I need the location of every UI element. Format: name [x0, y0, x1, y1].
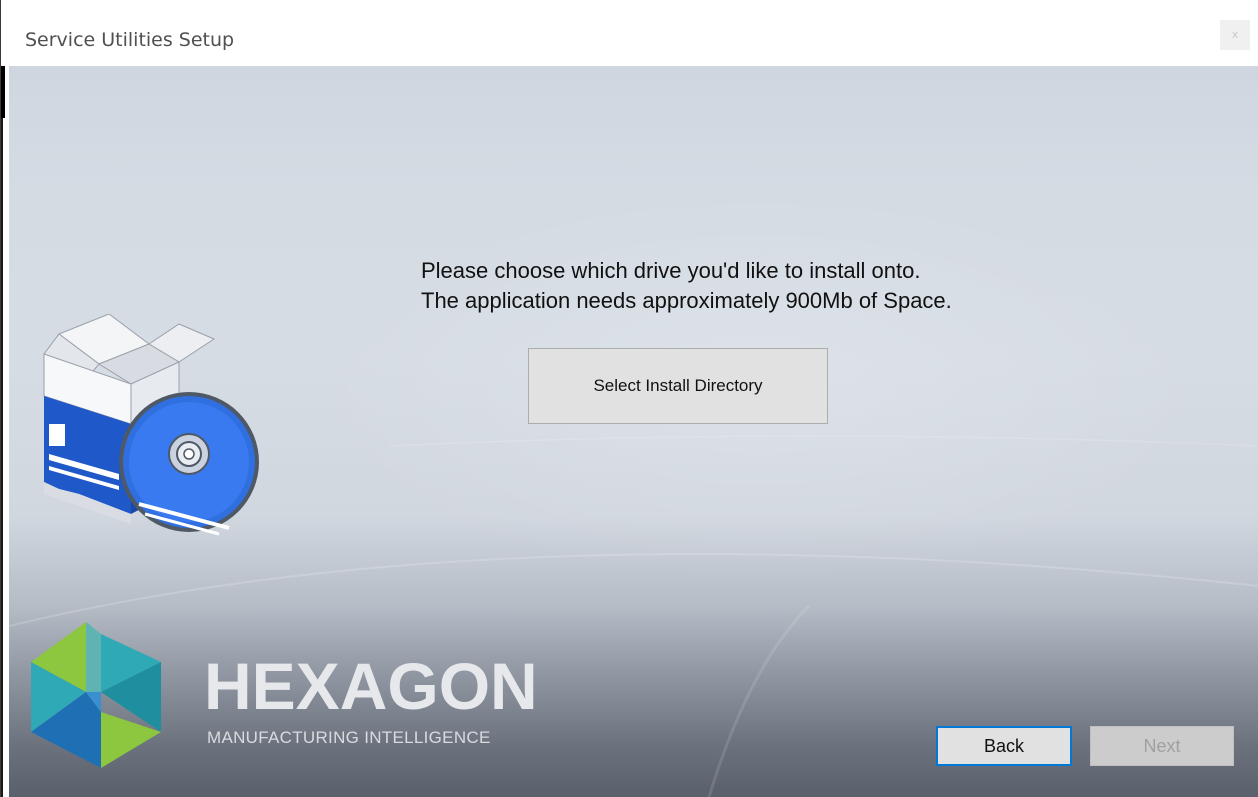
setup-window: Service Utilities Setup x Please choose …: [0, 0, 1258, 797]
title-bar[interactable]: Service Utilities Setup x: [1, 0, 1258, 66]
brand-tagline: MANUFACTURING INTELLIGENCE: [207, 728, 491, 747]
instruction-line-2: The application needs approximately 900M…: [421, 288, 952, 313]
back-button[interactable]: Back: [936, 726, 1072, 766]
instruction-line-1: Please choose which drive you'd like to …: [421, 258, 921, 283]
software-box-cd-icon: [43, 314, 259, 536]
hexagon-logo-icon: [31, 622, 161, 768]
close-button[interactable]: x: [1220, 20, 1250, 50]
select-install-directory-button[interactable]: Select Install Directory: [528, 348, 828, 424]
window-left-edge: [1, 66, 9, 797]
window-title: Service Utilities Setup: [25, 29, 235, 51]
install-instructions: Please choose which drive you'd like to …: [421, 256, 1081, 316]
setup-content-panel: Please choose which drive you'd like to …: [9, 66, 1258, 797]
window-left-edge-top: [1, 66, 5, 118]
next-button: Next: [1090, 726, 1234, 766]
brand-name: HEXAGON: [204, 649, 538, 723]
